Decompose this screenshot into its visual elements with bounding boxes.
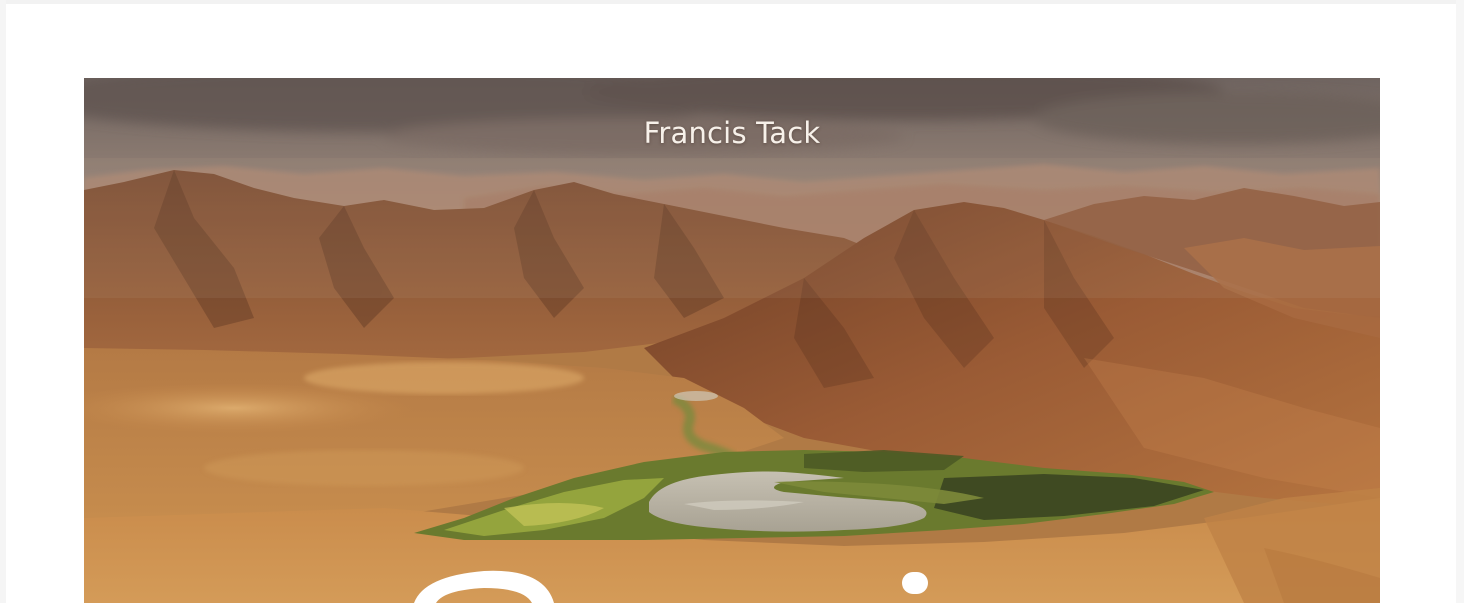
page-top-edge (0, 0, 1464, 4)
slide-page: Francis Tack (0, 0, 1464, 603)
photo-credit: Francis Tack (643, 116, 821, 150)
desert-landscape-illustration (84, 78, 1380, 603)
page-left-edge (0, 0, 6, 603)
page-right-edge (1456, 0, 1464, 603)
desert-oasis-photo: Francis Tack (84, 78, 1380, 603)
